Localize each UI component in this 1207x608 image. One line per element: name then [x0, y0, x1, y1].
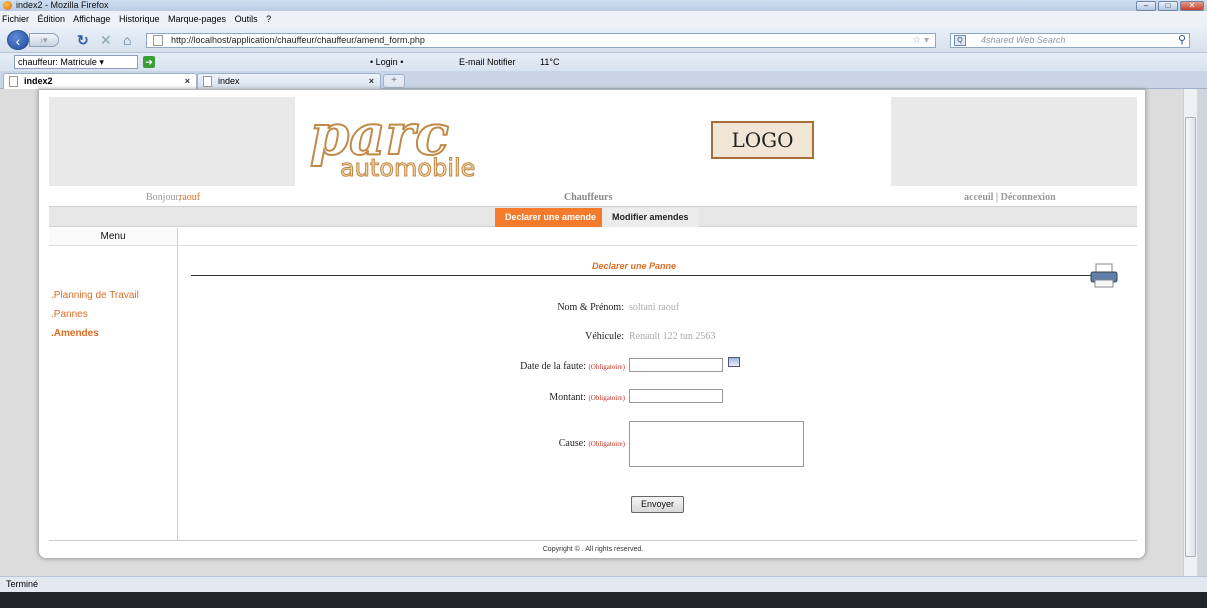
- add-icon[interactable]: ➔: [143, 56, 155, 68]
- amount-input[interactable]: [629, 389, 723, 403]
- name-value: soltani raouf: [629, 302, 680, 313]
- menu-edition[interactable]: Édition: [38, 14, 66, 24]
- username: raouf: [179, 192, 201, 203]
- close-tab-icon[interactable]: ×: [185, 74, 190, 88]
- vehicle-value: Renault 122 tun 2563: [629, 331, 716, 342]
- tab-index[interactable]: index ×: [197, 73, 381, 89]
- window-edge: [1197, 89, 1207, 576]
- copyright: Copyright © . All rights reserved.: [542, 546, 644, 553]
- nav-strip: Declarer une amende Modifier amendes: [49, 206, 1137, 227]
- new-tab-button[interactable]: +: [383, 74, 405, 88]
- amount-label-text: Montant:: [549, 392, 586, 403]
- search-engine-icon[interactable]: Q: [954, 35, 966, 46]
- stop-icon[interactable]: ✕: [100, 32, 112, 48]
- printer-icon[interactable]: [1090, 263, 1118, 289]
- header-right-panel: [891, 97, 1137, 186]
- email-notifier[interactable]: E-mail Notifier: [459, 53, 516, 71]
- greeting: Bonjour,: [146, 192, 181, 203]
- scrollbar-thumb[interactable]: [1185, 117, 1196, 557]
- search-placeholder: 4shared Web Search: [981, 35, 1066, 45]
- chauffeur-select[interactable]: chauffeur: Matricule ▾: [14, 55, 138, 69]
- menu-affichage[interactable]: Affichage: [73, 14, 110, 24]
- navigation-toolbar: ‹ ›▾ ↻ ✕ ⌂ http://localhost/application/…: [0, 27, 1207, 53]
- weather-readout: 11°C: [540, 57, 560, 67]
- status-text: Terminé: [6, 579, 39, 589]
- tab-declarer-amende[interactable]: Declarer une amende: [495, 208, 607, 227]
- submit-button[interactable]: Envoyer: [631, 496, 684, 513]
- amount-label: Montant: (Obligatoire): [439, 392, 625, 403]
- account-links[interactable]: acceuil | Déconnexion: [964, 190, 1056, 205]
- tab-label: index: [218, 76, 240, 86]
- close-button[interactable]: ✕: [1180, 1, 1204, 11]
- sidebar-item-pannes[interactable]: .Pannes: [51, 305, 176, 324]
- content-top-divider: [178, 245, 1137, 246]
- cause-label: Cause: (Obligatoire): [439, 438, 625, 449]
- tab-modifier-amendes[interactable]: Modifier amendes: [602, 208, 699, 227]
- search-icon[interactable]: ⚲: [1178, 33, 1192, 48]
- tab-label: index2: [24, 76, 53, 86]
- status-bar: Terminé: [0, 576, 1207, 592]
- page-viewport: parc automobile LOGO Bonjour, raouf Chau…: [0, 89, 1183, 576]
- browser-window: index2 - Mozilla Firefox – □ ✕ Fichier É…: [0, 0, 1207, 592]
- site-page: parc automobile LOGO Bonjour, raouf Chau…: [38, 89, 1146, 559]
- chauffeur-select-value: chauffeur: Matricule: [18, 57, 97, 67]
- sidebar-menu: .Planning de Travail .Pannes .Amendes: [51, 286, 176, 343]
- form-title: Declarer une Panne: [592, 261, 677, 271]
- tab-index2[interactable]: index2 ×: [3, 73, 197, 89]
- logo-box: LOGO: [711, 121, 814, 159]
- menu-historique[interactable]: Historique: [119, 14, 160, 24]
- sidebar-divider: [177, 228, 178, 540]
- date-required: (Obligatoire): [588, 363, 625, 371]
- menu-bar: Fichier Édition Affichage Historique Mar…: [0, 11, 1207, 27]
- bookmark-star-icon[interactable]: ☆ ▾: [912, 34, 929, 47]
- amount-required: (Obligatoire): [588, 394, 625, 402]
- user-row: Bonjour, raouf Chauffeurs acceuil | Déco…: [39, 190, 1147, 205]
- maximize-button[interactable]: □: [1158, 1, 1178, 11]
- menu-header: Menu: [49, 228, 177, 246]
- cause-required: (Obligatoire): [588, 440, 625, 448]
- date-input[interactable]: [629, 358, 723, 372]
- window-title: index2 - Mozilla Firefox: [16, 0, 109, 10]
- tab-strip: index2 × index × +: [0, 71, 1207, 89]
- parc-automobile-logo: parc automobile: [309, 102, 476, 182]
- home-icon[interactable]: ⌂: [123, 32, 131, 48]
- date-label: Date de la faute: (Obligatoire): [439, 361, 625, 372]
- logo-text-automobile: automobile: [340, 154, 475, 182]
- form-title-rule: [191, 275, 1096, 276]
- page-icon: [9, 76, 18, 87]
- calendar-icon[interactable]: [728, 357, 740, 367]
- page-icon: [203, 76, 212, 87]
- name-label: Nom & Prénom:: [557, 302, 624, 313]
- menu-marque-pages[interactable]: Marque-pages: [168, 14, 226, 24]
- login-label: Login: [375, 57, 398, 67]
- sidebar-item-amendes[interactable]: .Amendes: [51, 324, 176, 343]
- date-label-text: Date de la faute:: [520, 361, 586, 372]
- menu-outils[interactable]: Outils: [235, 14, 258, 24]
- login-item[interactable]: • Login •: [370, 53, 403, 71]
- menu-fichier[interactable]: Fichier: [2, 14, 29, 24]
- close-tab-icon[interactable]: ×: [369, 74, 374, 88]
- vertical-scrollbar[interactable]: [1183, 89, 1197, 576]
- extra-toolbar: chauffeur: Matricule ▾ ➔ • Login • E-mai…: [0, 53, 1207, 71]
- back-arrow-icon[interactable]: ‹: [7, 30, 29, 50]
- header-left-panel: [49, 97, 295, 186]
- menu-help[interactable]: ?: [266, 14, 271, 24]
- minimize-button[interactable]: –: [1136, 1, 1156, 11]
- footer-divider: [49, 540, 1137, 541]
- reload-icon[interactable]: ↻: [77, 32, 89, 48]
- page-icon: [153, 35, 163, 46]
- cause-textarea[interactable]: [629, 421, 804, 467]
- search-box[interactable]: Q 4shared Web Search: [950, 33, 1190, 48]
- forward-arrow-icon[interactable]: ›▾: [29, 33, 59, 47]
- firefox-icon: [3, 1, 12, 10]
- cause-label-text: Cause:: [558, 438, 586, 449]
- title-bar: index2 - Mozilla Firefox – □ ✕: [0, 0, 1207, 11]
- sidebar-item-planning[interactable]: .Planning de Travail: [51, 286, 176, 305]
- url-text: http://localhost/application/chauffeur/c…: [171, 35, 425, 45]
- url-bar[interactable]: http://localhost/application/chauffeur/c…: [146, 33, 936, 48]
- vehicle-label: Véhicule:: [585, 331, 624, 342]
- section-title: Chauffeurs: [564, 192, 613, 203]
